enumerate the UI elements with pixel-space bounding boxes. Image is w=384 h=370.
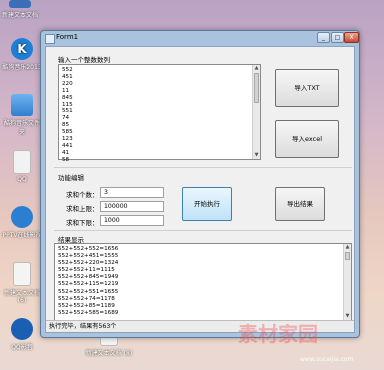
desktop-icon-kugou[interactable]: K 酷狗音乐2013 [2, 38, 42, 71]
list-item: 552+552+74=1178 [58, 295, 115, 302]
list-item: 115 [62, 101, 73, 108]
scroll-thumb[interactable] [345, 252, 350, 260]
function-divider [54, 167, 352, 168]
list-item: 552+552+220=1324 [58, 260, 119, 267]
list-item: 585 [62, 129, 73, 136]
document-icon [9, 0, 31, 8]
result-scrollbar[interactable]: ▲ ▼ [343, 244, 351, 320]
desktop-icon-qq-player[interactable]: QQ影音 [2, 318, 42, 351]
close-button[interactable]: X [344, 32, 359, 43]
sum-count-input[interactable]: 3 [100, 187, 164, 198]
list-item: 552+552+845=1949 [58, 274, 119, 281]
list-item: 11 [62, 87, 70, 94]
file-icon [13, 150, 31, 174]
kugou-icon: K [11, 38, 33, 60]
list-item: 220 [62, 80, 73, 87]
watermark-text: 素材家园 [238, 322, 318, 346]
list-item: 552+552+85=1189 [58, 302, 115, 309]
lower-limit-input[interactable]: 1000 [100, 215, 164, 226]
list-item: 451 [62, 73, 73, 80]
text-file-icon [13, 262, 31, 286]
list-item: 552+552+11=1115 [58, 267, 115, 274]
list-item: 85 [62, 122, 70, 129]
window-title: Form1 [56, 33, 79, 41]
result-list: 552+552+552=1656 552+552+451=1555 552+552+… [58, 246, 118, 317]
desktop-icon-qq[interactable]: QQ [2, 150, 42, 183]
list-item: 552+552+585=1689 [58, 309, 119, 316]
list-item: 552+552+451=1555 [58, 253, 119, 260]
list-item: 58 [62, 156, 70, 163]
list-item: 552+552+551=1655 [58, 288, 119, 295]
desktop-icon-new-text-doc-6[interactable]: 新建文本文档 (6) [2, 262, 42, 304]
pptv-icon [11, 206, 33, 228]
upper-limit-label: 求和上限： [66, 205, 99, 213]
form-client-area: 输入一个整数数列 552 451 220 11 845 115 551 74 85 585 123 4… [45, 46, 355, 333]
list-item: 552 [62, 67, 73, 73]
upper-limit-input[interactable]: 100000 [100, 201, 164, 212]
list-item: 41 [62, 149, 70, 156]
title-bar[interactable]: Form1 _ □ X [41, 31, 359, 45]
desktop-icon-label: 酷狗音乐2013 [2, 64, 42, 71]
list-item: 552+552+115=1219 [58, 281, 119, 288]
app-icon [45, 34, 55, 44]
maximize-button[interactable]: □ [331, 32, 344, 43]
scroll-up-arrow-icon[interactable]: ▲ [344, 244, 351, 251]
result-textbox[interactable]: 552+552+552=1656 552+552+451=1555 552+552+… [54, 243, 352, 321]
scroll-down-arrow-icon[interactable]: ▼ [253, 152, 260, 159]
desktop-icon-kugou-folder[interactable]: 酷狗音乐文件夹 [2, 94, 42, 136]
list-item: 551 [62, 108, 73, 115]
number-list-scrollbar[interactable]: ▲ ▼ [252, 65, 260, 159]
list-item: 552+552+552=1656 [58, 246, 119, 252]
desktop-icon-label: PPTV在线影视 [2, 232, 42, 239]
import-excel-button[interactable]: 导入excel [275, 120, 339, 158]
desktop-icon-label: QQ影音 [11, 344, 33, 351]
start-execute-button[interactable]: 开始执行 [182, 187, 232, 221]
desktop-icon-new-text-doc[interactable]: 新建文本文档 [0, 0, 40, 19]
lower-limit-label: 求和下限： [66, 219, 99, 227]
number-list: 552 451 220 11 845 115 551 74 85 585 123 441 41 58 [62, 67, 73, 164]
result-divider [54, 230, 352, 231]
function-section-label: 功能编辑 [58, 174, 84, 182]
import-txt-button[interactable]: 导入TXT [275, 69, 339, 107]
watermark-url: www.sucaijia.com [300, 356, 354, 363]
scroll-thumb[interactable] [254, 73, 259, 103]
desktop-icon-label: 新建文本文档 [1, 12, 38, 19]
list-item: 74 [62, 115, 70, 122]
desktop-icon-label: QQ [17, 176, 27, 183]
list-item: 845 [62, 94, 73, 101]
desktop-icon-label: 新建文本文档 (8) [85, 350, 133, 357]
form1-window: Form1 _ □ X 输入一个整数数列 552 451 220 11 845 115 55… [40, 30, 360, 338]
export-results-button[interactable]: 导出结果 [275, 187, 325, 221]
status-text: 执行完毕，结果有563个 [49, 323, 117, 330]
minimize-button[interactable]: _ [317, 32, 330, 43]
list-item: 441 [62, 142, 73, 149]
desktop-icon-pptv[interactable]: PPTV在线影视 [2, 206, 42, 239]
number-list-textbox[interactable]: 552 451 220 11 845 115 551 74 85 585 123 441 41 58 ▲ … [58, 64, 261, 163]
desktop-icon-label: 新建文本文档 (6) [3, 290, 40, 304]
sum-count-label: 求和个数： [66, 191, 99, 199]
list-item: 123 [62, 136, 73, 143]
input-section-label: 输入一个整数数列 [58, 56, 110, 64]
scroll-up-arrow-icon[interactable]: ▲ [253, 65, 260, 72]
desktop-icon-label: 酷狗音乐文件夹 [3, 120, 40, 136]
folder-music-icon [11, 94, 33, 116]
qq-player-icon [11, 318, 33, 340]
